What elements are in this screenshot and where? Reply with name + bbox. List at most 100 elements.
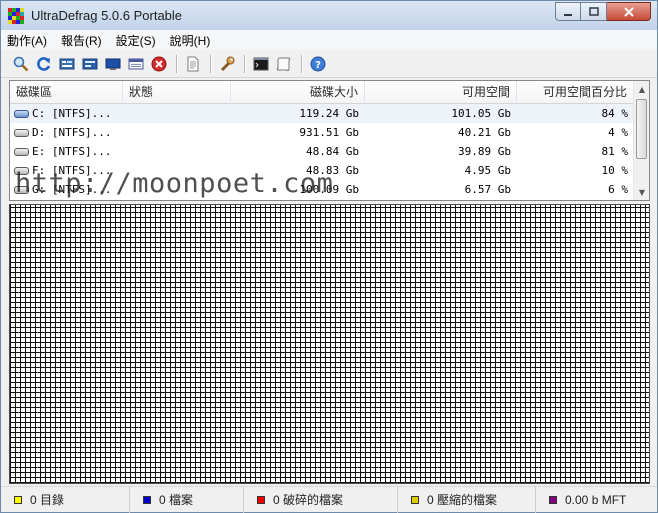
stop-icon <box>151 56 167 71</box>
svg-text:?: ? <box>315 60 321 71</box>
pause-button[interactable] <box>125 53 147 75</box>
defrag-icon <box>59 58 75 69</box>
scroll-up-icon[interactable]: ▲ <box>634 81 649 97</box>
quick-optimize-icon <box>82 58 98 69</box>
status-mft-label: 0.00 b MFT <box>565 492 627 507</box>
drive-icon <box>14 128 29 137</box>
minimize-button[interactable] <box>555 2 581 21</box>
help-button[interactable]: ? <box>307 53 329 75</box>
drive-percent-free: 4 % <box>608 126 628 139</box>
status-directories: 0 目錄 <box>1 486 130 513</box>
toolbar-separator <box>210 54 211 73</box>
window-controls <box>555 2 651 21</box>
legend-swatch-mft <box>549 495 557 504</box>
drive-percent-free: 81 % <box>601 145 629 158</box>
maximize-icon <box>588 6 599 16</box>
drive-name: D: [NTFS]... <box>32 126 112 139</box>
edit-script-button[interactable] <box>273 53 295 75</box>
table-row[interactable]: D: [NTFS]... 931.51 Gb 40.21 Gb 4 % <box>10 123 634 142</box>
drive-percent-free: 6 % <box>608 183 628 196</box>
column-header-status[interactable]: 狀態 <box>123 81 231 104</box>
toolbar: ? <box>1 50 657 78</box>
drive-percent-free: 10 % <box>601 164 629 177</box>
mft-optimize-icon <box>128 58 144 69</box>
toolbar-separator <box>244 54 245 73</box>
table-row[interactable]: E: [NTFS]... 48.84 Gb 39.89 Gb 81 % <box>10 142 634 161</box>
drive-status <box>123 104 231 123</box>
toolbar-separator <box>301 54 302 73</box>
drive-status <box>123 123 231 142</box>
status-fragmented-label: 0 破碎的檔案 <box>273 493 344 507</box>
cluster-map[interactable] <box>9 204 650 484</box>
refresh-icon <box>37 56 51 71</box>
quick-optimize-button[interactable] <box>56 53 78 75</box>
drive-icon <box>14 147 29 156</box>
close-icon <box>623 6 634 17</box>
drive-free: 101.05 Gb <box>451 107 511 120</box>
drive-size: 48.84 Gb <box>306 145 359 158</box>
full-optimize-button[interactable] <box>79 53 101 75</box>
window-title: UltraDefrag 5.0.6 Portable <box>31 8 183 23</box>
options-button[interactable] <box>216 53 238 75</box>
app-logo-icon <box>8 7 24 24</box>
menu-settings[interactable]: 設定(S) <box>116 32 156 49</box>
status-fragmented: 0 破碎的檔案 <box>244 486 398 513</box>
drive-cell: D: [NTFS]... <box>10 123 123 142</box>
magnifier-icon <box>13 56 29 71</box>
drive-percent-free: 84 % <box>601 107 629 120</box>
legend-swatch-directories <box>14 495 22 504</box>
script-icon <box>276 57 291 71</box>
drive-list-header: 磁碟區 狀態 磁碟大小 可用空間 可用空間百分比 <box>10 81 634 104</box>
column-header-free[interactable]: 可用空間 <box>365 81 517 104</box>
analyze-button[interactable] <box>10 53 32 75</box>
help-icon: ? <box>310 56 326 71</box>
console-icon <box>253 57 269 70</box>
legend-swatch-files <box>143 495 151 504</box>
status-compressed-label: 0 壓縮的檔案 <box>427 493 498 507</box>
drive-name: C: [NTFS]... <box>32 107 112 120</box>
menu-help[interactable]: 說明(H) <box>170 32 211 49</box>
drive-cell: E: [NTFS]... <box>10 142 123 161</box>
status-files: 0 檔案 <box>130 486 244 513</box>
status-compressed: 0 壓縮的檔案 <box>398 486 536 513</box>
toolbar-separator <box>176 54 177 73</box>
close-button[interactable] <box>607 2 651 21</box>
drive-free: 39.89 Gb <box>458 145 511 158</box>
status-bar: 0 目錄 0 檔案 0 破碎的檔案 0 壓縮的檔案 0.00 b MFT <box>1 486 657 513</box>
legend-swatch-compressed <box>411 495 419 504</box>
drive-free: 4.95 Gb <box>464 164 511 177</box>
menu-action[interactable]: 動作(A) <box>7 32 47 49</box>
minimize-icon <box>564 13 572 16</box>
drive-icon <box>14 109 29 118</box>
scroll-down-icon[interactable]: ▼ <box>634 184 649 200</box>
status-mft: 0.00 b MFT <box>536 487 657 513</box>
settings-wrench-icon <box>220 56 235 71</box>
drive-size: 931.51 Gb <box>299 126 359 139</box>
column-header-volume[interactable]: 磁碟區 <box>10 81 123 104</box>
scroll-thumb[interactable] <box>636 99 647 159</box>
menu-bar: 動作(A) 報告(R) 設定(S) 說明(H) <box>1 30 657 50</box>
drive-name: E: [NTFS]... <box>32 145 112 158</box>
drive-size: 119.24 Gb <box>299 107 359 120</box>
drive-free: 6.57 Gb <box>464 183 511 196</box>
show-report-button[interactable] <box>182 53 204 75</box>
column-header-size[interactable]: 磁碟大小 <box>231 81 365 104</box>
table-row[interactable]: C: [NTFS]... 119.24 Gb 101.05 Gb 84 % <box>10 104 634 123</box>
watermark-text: http://moonpoet.com <box>15 168 334 199</box>
maximize-button[interactable] <box>581 2 607 21</box>
status-directories-label: 0 目錄 <box>30 493 65 507</box>
optimize-mft-button[interactable] <box>102 53 124 75</box>
app-window: UltraDefrag 5.0.6 Portable 動作(A) 報告(R) 設… <box>0 0 658 513</box>
report-icon <box>187 56 199 71</box>
menu-report[interactable]: 報告(R) <box>61 32 102 49</box>
legend-swatch-fragmented <box>257 495 265 504</box>
defragment-button[interactable] <box>33 53 55 75</box>
drive-list-scrollbar[interactable]: ▲ ▼ <box>633 81 649 200</box>
title-bar[interactable]: UltraDefrag 5.0.6 Portable <box>1 1 657 30</box>
stop-button[interactable] <box>148 53 170 75</box>
drive-free: 40.21 Gb <box>458 126 511 139</box>
full-optimize-icon <box>105 58 121 70</box>
boot-time-script-button[interactable] <box>250 53 272 75</box>
drive-status <box>123 142 231 161</box>
column-header-percent-free[interactable]: 可用空間百分比 <box>517 81 634 104</box>
